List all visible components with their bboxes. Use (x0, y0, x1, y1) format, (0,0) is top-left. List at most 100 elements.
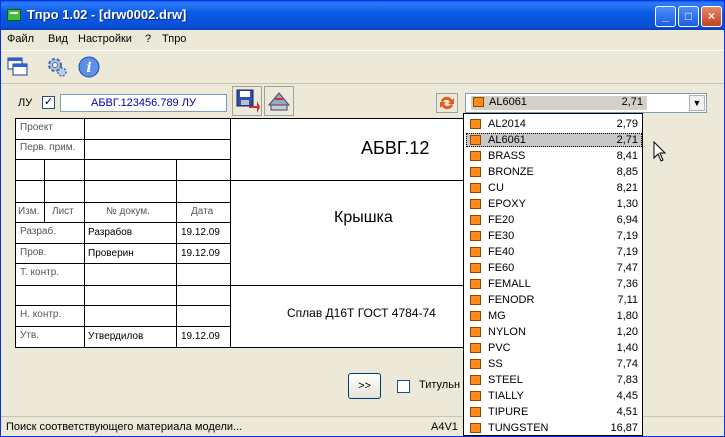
material-swatch-icon (470, 167, 481, 177)
menu-file[interactable]: Файл (7, 33, 34, 45)
stamp-first-use-label: Перв. прим. (20, 142, 76, 153)
material-option[interactable]: FE30 7,19 (464, 228, 642, 244)
toolbar: i (1, 50, 724, 84)
lu-checkbox[interactable]: ✓ (42, 96, 55, 109)
material-option-selected[interactable]: AL6061 2,71 (464, 132, 642, 148)
stamp-date: 19.12.09 (181, 331, 220, 342)
settings-gear-icon[interactable] (45, 55, 69, 79)
material-option[interactable]: EPOXY 1,30 (464, 196, 642, 212)
material-option[interactable]: STEEL 7,83 (464, 372, 642, 388)
stamp-date: 19.12.09 (181, 227, 220, 238)
material-option[interactable]: TIPURE 4,51 (464, 404, 642, 420)
lu-input[interactable]: АБВГ.123456.789 ЛУ (60, 94, 227, 112)
material-swatch-icon (470, 135, 481, 145)
stamp-header-date: Дата (191, 206, 214, 217)
material-option[interactable]: TUNGSTEN 16,87 (464, 420, 642, 436)
stamp-header-doc: № докум. (106, 206, 150, 217)
stamp-date: 19.12.09 (181, 248, 220, 259)
material-swatch-icon (470, 247, 481, 257)
material-swatch-icon (470, 279, 481, 289)
save-icon (236, 89, 260, 113)
material-swatch-icon (470, 327, 481, 337)
app-icon (7, 9, 21, 21)
material-option[interactable]: CU 8,21 (464, 180, 642, 196)
stamp-name: Утвердилов (88, 331, 144, 342)
material-swatch-icon (470, 199, 481, 209)
windows-icon[interactable] (6, 55, 30, 79)
lu-label: ЛУ (18, 97, 33, 109)
material-swatch-icon (470, 231, 481, 241)
stamp-part-name: Крышка (334, 209, 393, 226)
stamp-designation: АБВГ.12 (361, 138, 430, 158)
app-window: Тпро 1.02 - [drw0002.drw] _ □ × Файл Вид… (0, 0, 725, 437)
material-combobox[interactable]: AL6061 2,71 ▼ (465, 93, 707, 113)
menu-settings[interactable]: Настройки (78, 33, 132, 45)
stamp-name: Разрабов (88, 227, 133, 238)
status-text: Поиск соответствующего материала модели.… (6, 421, 243, 433)
material-dropdown-list: AL2014 2,79 AL6061 2,71 BRASS 8,41 BRONZE 8,… (463, 113, 643, 436)
material-option[interactable]: FEMALL 7,36 (464, 276, 642, 292)
material-option[interactable]: PVC 1,40 (464, 340, 642, 356)
window-title: Тпро 1.02 - [drw0002.drw] (27, 7, 187, 22)
stamp-header-izm: Изм. (18, 206, 40, 217)
material-swatch-icon (470, 359, 481, 369)
refresh-button[interactable] (436, 93, 458, 113)
material-swatch-icon (470, 119, 481, 129)
material-swatch-icon (470, 391, 481, 401)
material-swatch-icon (470, 263, 481, 273)
stamp-role: Н. контр. (20, 309, 62, 320)
stamp-project-label: Проект (20, 122, 53, 133)
material-option[interactable]: BRASS 8,41 (464, 148, 642, 164)
material-option[interactable]: FE60 7,47 (464, 260, 642, 276)
title-bar[interactable]: Тпро 1.02 - [drw0002.drw] _ □ × (1, 1, 724, 30)
material-swatch-icon (470, 375, 481, 385)
maximize-button[interactable]: □ (678, 6, 699, 27)
info-icon[interactable]: i (77, 55, 101, 79)
material-option[interactable]: BRONZE 8,85 (464, 164, 642, 180)
combobox-selected: AL6061 2,71 (471, 96, 647, 110)
title-page-label: Титульн (419, 379, 461, 391)
stamp-role: Пров. (20, 247, 47, 258)
material-option[interactable]: FE40 7,19 (464, 244, 642, 260)
stamp-role: Разраб. (20, 226, 57, 237)
export-icon (267, 92, 291, 111)
material-swatch-icon (470, 295, 481, 305)
stamp-name: Проверин (88, 248, 134, 259)
next-button[interactable]: >> (348, 373, 381, 399)
menu-help[interactable]: ? (145, 33, 151, 45)
menu-view[interactable]: Вид (48, 33, 68, 45)
material-swatch-icon (470, 423, 481, 433)
export-button[interactable] (264, 86, 294, 116)
combobox-value: 2,71 (621, 96, 643, 108)
material-swatch-icon (470, 407, 481, 417)
stamp-role: Утв. (20, 330, 40, 341)
stamp-header-list: Лист (52, 206, 74, 217)
combobox-name: AL6061 (489, 96, 527, 108)
svg-text:i: i (86, 60, 91, 76)
material-swatch-icon (473, 97, 484, 107)
material-option[interactable]: FENODR 7,11 (464, 292, 642, 308)
save-button[interactable] (232, 86, 262, 116)
menu-bar: Файл Вид Настройки ? Тпро (1, 30, 724, 49)
stamp-material: Сплав Д16Т ГОСТ 4784-74 (287, 306, 436, 320)
refresh-icon (440, 96, 454, 110)
material-option[interactable]: NYLON 1,20 (464, 324, 642, 340)
material-swatch-icon (470, 311, 481, 321)
minimize-button[interactable]: _ (655, 6, 676, 27)
material-swatch-icon (470, 343, 481, 353)
material-option[interactable]: AL2014 2,79 (464, 116, 642, 132)
stamp-role: Т. контр. (20, 267, 60, 278)
material-swatch-icon (470, 183, 481, 193)
material-option[interactable]: SS 7,74 (464, 356, 642, 372)
material-option[interactable]: FE20 6,94 (464, 212, 642, 228)
material-swatch-icon (470, 215, 481, 225)
material-option[interactable]: MG 1,80 (464, 308, 642, 324)
status-format: A4V1 (431, 421, 458, 433)
material-swatch-icon (470, 151, 481, 161)
menu-tpro[interactable]: Тпро (162, 33, 186, 45)
dropdown-arrow-icon[interactable]: ▼ (689, 95, 705, 111)
material-option[interactable]: TIALLY 4,45 (464, 388, 642, 404)
title-page-checkbox[interactable] (397, 380, 410, 393)
mouse-cursor-icon (653, 141, 667, 162)
close-button[interactable]: × (701, 6, 722, 27)
